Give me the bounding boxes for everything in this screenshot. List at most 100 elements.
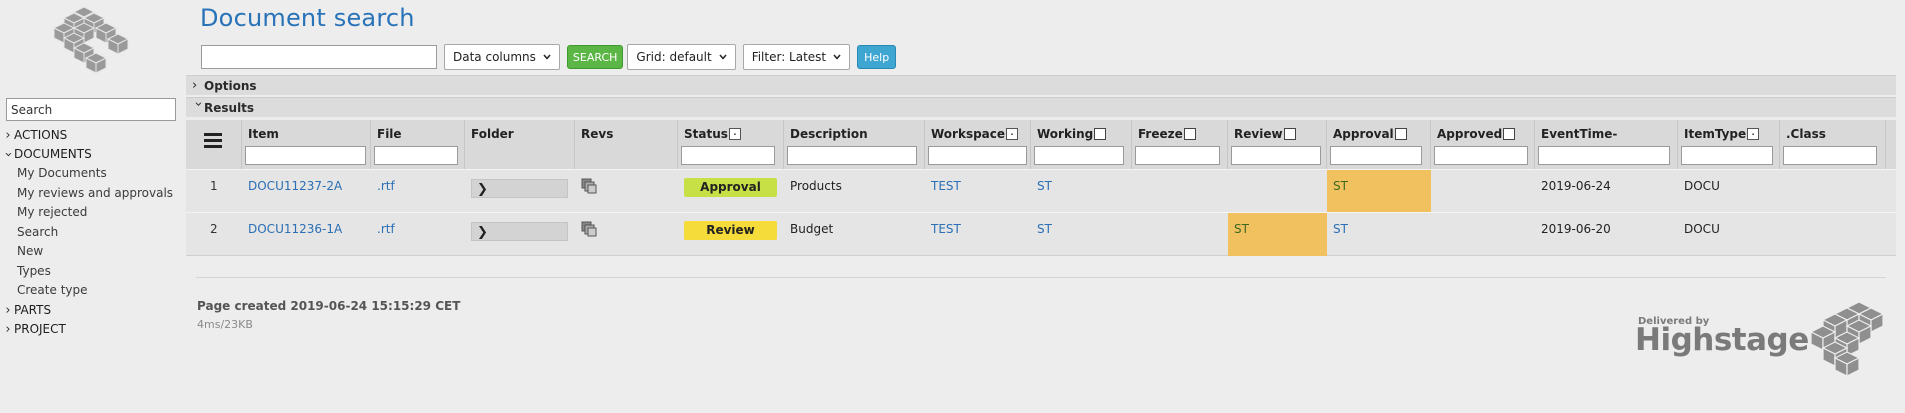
nav-group-label: PARTS	[14, 302, 52, 317]
results-table: Item File Folder Revs Status. Descriptio…	[186, 120, 1896, 256]
column-checkbox[interactable]	[1094, 128, 1107, 140]
chevron-right-icon: ❯	[477, 225, 488, 240]
nav-group-parts[interactable]: › PARTS	[2, 301, 180, 320]
row-number: 2	[210, 222, 218, 236]
nav-group-documents[interactable]: › DOCUMENTS	[1, 145, 180, 164]
nav-group-project[interactable]: › PROJECT	[2, 320, 180, 339]
review-cell-highlight: ST	[1228, 213, 1327, 256]
file-link[interactable]: .rtf	[377, 222, 395, 236]
file-link[interactable]: .rtf	[377, 179, 395, 193]
column-checkbox[interactable]	[1283, 128, 1296, 140]
filter-input-workspace[interactable]	[928, 146, 1027, 165]
filter-select-label: Filter: Latest	[751, 50, 827, 64]
chevron-down-icon	[719, 54, 727, 60]
filter-input-item[interactable]	[245, 146, 366, 165]
filter-input-class[interactable]	[1783, 146, 1877, 165]
column-checkbox[interactable]	[1394, 128, 1407, 140]
column-label: Revs	[581, 127, 614, 141]
nav-item-my-rejected[interactable]: My rejected	[2, 203, 180, 223]
nav-group-label: PROJECT	[14, 321, 66, 336]
status-badge[interactable]: Approval	[684, 178, 777, 197]
revisions-stack-icon[interactable]	[581, 178, 597, 194]
review-link[interactable]: ST	[1234, 222, 1249, 236]
description-cell: Budget	[790, 222, 834, 236]
filter-input-itemtype[interactable]	[1681, 146, 1773, 165]
nav-item-types[interactable]: Types	[2, 262, 180, 282]
column-header-status[interactable]: Status.	[678, 120, 784, 169]
grid-select[interactable]: Grid: default	[627, 44, 736, 70]
filter-input-review[interactable]	[1231, 146, 1321, 165]
column-header-review[interactable]: Review	[1228, 120, 1327, 169]
highstage-brand: Delivered by Highstage	[1635, 302, 1895, 382]
filter-input-status[interactable]	[681, 146, 775, 165]
page-title: Document search	[200, 4, 415, 32]
column-header-file[interactable]: File	[371, 120, 465, 169]
nav-item-my-reviews-and-approvals[interactable]: My reviews and approvals	[2, 184, 180, 204]
column-checkbox[interactable]	[1183, 128, 1196, 140]
chevron-right-icon: ❯	[477, 182, 488, 197]
cube-logo-icon[interactable]	[44, 6, 136, 76]
column-checkbox[interactable]	[1503, 128, 1516, 140]
column-header-workspace[interactable]: Workspace.	[925, 120, 1031, 169]
workspace-link[interactable]: TEST	[931, 222, 961, 236]
working-link[interactable]: ST	[1037, 179, 1052, 193]
status-badge[interactable]: Review	[684, 221, 777, 240]
chevron-down-icon	[833, 54, 841, 60]
results-section-toggle[interactable]: › Results	[186, 97, 1896, 117]
filter-input-approved[interactable]	[1434, 146, 1528, 165]
eventtime-cell: 2019-06-24	[1541, 179, 1611, 193]
search-button[interactable]: SEARCH	[566, 45, 624, 69]
table-row[interactable]: 2 DOCU11236-1A .rtf ❯ Review Budget TEST…	[186, 212, 1896, 256]
item-link[interactable]: DOCU11237-2A	[248, 179, 342, 193]
workspace-link[interactable]: TEST	[931, 179, 961, 193]
filter-select[interactable]: Filter: Latest	[742, 44, 851, 70]
filter-input-freeze[interactable]	[1135, 146, 1220, 165]
column-header-folder[interactable]: Folder	[465, 120, 575, 169]
sort-dropdown-icon[interactable]: .	[1747, 128, 1760, 140]
filter-input-approval[interactable]	[1330, 146, 1422, 165]
column-menu[interactable]	[186, 120, 242, 169]
folder-expand-button[interactable]: ❯	[471, 179, 568, 198]
working-link[interactable]: ST	[1037, 222, 1052, 236]
filter-input-file[interactable]	[374, 146, 458, 165]
column-header-freeze[interactable]: Freeze	[1132, 120, 1228, 169]
filter-input-eventtime[interactable]	[1538, 146, 1670, 165]
hamburger-menu-icon[interactable]	[204, 133, 222, 149]
approval-link[interactable]: ST	[1333, 179, 1348, 193]
column-header-class[interactable]: .Class	[1780, 120, 1886, 169]
chevron-down-icon: ›	[190, 101, 206, 107]
approval-link[interactable]: ST	[1333, 222, 1348, 236]
nav-item-create-type[interactable]: Create type	[2, 281, 180, 301]
options-section-toggle[interactable]: › Options	[186, 75, 1896, 95]
table-row[interactable]: 1 DOCU11237-2A .rtf ❯ Approval Products …	[186, 169, 1896, 213]
chevron-right-icon: ›	[5, 302, 11, 318]
item-link[interactable]: DOCU11236-1A	[248, 222, 342, 236]
nav-item-my-documents[interactable]: My Documents	[2, 164, 180, 184]
sidebar-search-input[interactable]	[6, 98, 176, 121]
folder-expand-button[interactable]: ❯	[471, 222, 568, 241]
sort-dropdown-icon[interactable]: .	[728, 128, 741, 140]
filter-input-description[interactable]	[787, 146, 917, 165]
column-label: File	[377, 127, 402, 141]
column-header-description[interactable]: Description	[784, 120, 925, 169]
column-label: Approval	[1333, 127, 1394, 141]
data-columns-select[interactable]: Data columns	[444, 44, 560, 70]
filter-input-working[interactable]	[1034, 146, 1124, 165]
footer-divider	[196, 277, 1886, 278]
column-header-item[interactable]: Item	[242, 120, 371, 169]
search-toolbar: Data columns SEARCH Grid: default Filter…	[201, 43, 897, 71]
document-search-input[interactable]	[201, 45, 437, 69]
nav-item-search[interactable]: Search	[2, 223, 180, 243]
column-header-revs[interactable]: Revs	[575, 120, 678, 169]
column-header-eventtime[interactable]: EventTime-	[1535, 120, 1678, 169]
column-header-itemtype[interactable]: ItemType.	[1678, 120, 1780, 169]
column-label: EventTime-	[1541, 127, 1618, 141]
help-button[interactable]: Help	[857, 45, 897, 69]
column-header-approved[interactable]: Approved	[1431, 120, 1535, 169]
nav-item-new[interactable]: New	[2, 242, 180, 262]
column-header-approval[interactable]: Approval	[1327, 120, 1431, 169]
revisions-stack-icon[interactable]	[581, 221, 597, 237]
sort-dropdown-icon[interactable]: .	[1006, 128, 1019, 140]
nav-group-actions[interactable]: › ACTIONS	[2, 126, 180, 145]
column-header-working[interactable]: Working	[1031, 120, 1132, 169]
